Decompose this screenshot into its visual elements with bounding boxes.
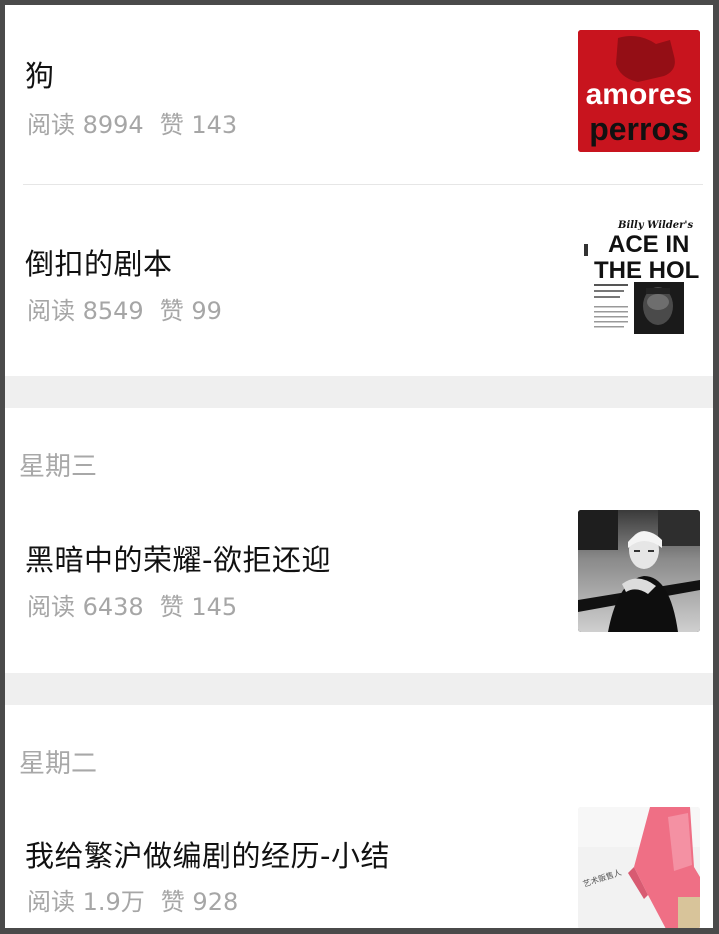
like-count: 赞 99 <box>159 297 222 325</box>
article-thumbnail-film-still <box>578 510 700 632</box>
read-count: 阅读 6438 <box>27 593 144 621</box>
article-item-screenwriter-experience[interactable]: 我给繁沪做编剧的经历-小结 阅读 1.9万赞 928 艺术贩售人 <box>5 775 713 928</box>
like-count: 赞 143 <box>159 111 238 139</box>
day-header: 星期三 <box>19 452 98 482</box>
section-gap <box>5 376 713 408</box>
article-stats: 阅读 1.9万赞 928 <box>27 882 238 917</box>
article-list: 狗 阅读 8994 赞 143 amores perros 倒扣的剧本 阅读 85… <box>5 5 713 928</box>
article-thumbnail-pink-object: 艺术贩售人 <box>578 807 700 928</box>
article-thumbnail-ace-in-the-hole: Billy Wilder's ACE IN THE HOLE <box>578 216 700 338</box>
poster-title-line2: THE HOLE <box>594 257 700 284</box>
article-stats: 阅读 8549 赞 99 <box>27 291 222 326</box>
poster-credit: Billy Wilder's <box>617 220 693 231</box>
read-count: 阅读 8994 <box>27 111 144 139</box>
read-count: 阅读 8549 <box>27 297 144 325</box>
article-stats: 阅读 6438 赞 145 <box>27 587 237 622</box>
section-gap <box>5 673 713 705</box>
article-title: 狗 <box>25 59 55 93</box>
poster-title-bottom: perros <box>589 111 689 147</box>
read-count: 阅读 1.9万 <box>27 888 145 916</box>
ace-in-the-hole-poster: Billy Wilder's ACE IN THE HOLE <box>578 216 700 338</box>
article-title: 我给繁沪做编剧的经历-小结 <box>25 839 390 873</box>
article-item-dark-glory[interactable]: 黑暗中的荣耀-欲拒还迎 阅读 6438 赞 145 <box>5 480 713 673</box>
article-title: 倒扣的剧本 <box>25 247 173 281</box>
article-item-dog[interactable]: 狗 阅读 8994 赞 143 amores perros <box>5 5 713 180</box>
amores-perros-poster: amores perros <box>578 30 700 152</box>
poster-title-top: amores <box>586 78 693 111</box>
list-divider <box>23 184 703 185</box>
article-item-inverted-script[interactable]: 倒扣的剧本 阅读 8549 赞 99 Billy Wilder's ACE IN … <box>5 186 713 376</box>
poster-title-line1: ACE IN <box>608 231 689 258</box>
article-stats: 阅读 8994 赞 143 <box>27 105 237 140</box>
pink-object-photo: 艺术贩售人 <box>578 807 700 928</box>
article-thumbnail-amores-perros: amores perros <box>578 30 700 152</box>
like-count: 赞 928 <box>160 888 239 916</box>
article-title: 黑暗中的荣耀-欲拒还迎 <box>25 543 331 577</box>
black-white-film-still <box>578 510 700 632</box>
screenshot-frame: 狗 阅读 8994 赞 143 amores perros 倒扣的剧本 阅读 85… <box>0 0 719 934</box>
like-count: 赞 145 <box>159 593 238 621</box>
